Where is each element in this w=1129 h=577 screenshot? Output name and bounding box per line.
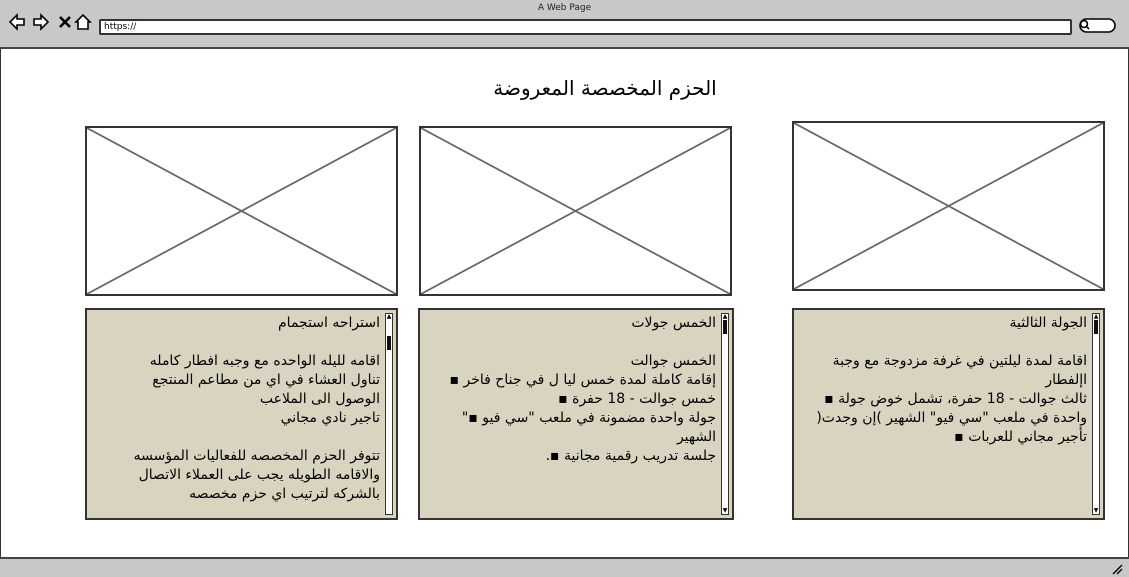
browser-toolbar: A Web Page https:// (0, 0, 1129, 49)
image-placeholder (792, 121, 1105, 291)
package-card: الخمس جولات الخمس جوالت إقامة كاملة لمدة… (418, 308, 734, 520)
package-line: تتوفر الحزم المخصصه للفعاليات المؤسسه (133, 448, 380, 464)
scrollbar[interactable]: ▲ ▼ (721, 313, 729, 515)
package-heading: استراحه استجمام (278, 315, 380, 331)
package-line: تاجير نادي مجاني (280, 410, 380, 426)
package-line: والاقامه الطويله يجب على العملاء الاتصال (138, 467, 380, 483)
home-icon[interactable] (74, 13, 92, 31)
package-line: بالشركه لترتيب اي حزم مخصصه (189, 486, 380, 502)
package-text: استراحه استجمام اقامه لليله الواحده مع و… (93, 314, 380, 514)
package-heading: الجولة الثالثية (1009, 315, 1087, 331)
image-placeholder (85, 126, 398, 296)
package-line: الخمس جوالت (630, 353, 716, 369)
package-line: واحدة في ملعب "سي فيو" الشهير )إن وجدت( (816, 410, 1087, 426)
forward-arrow-icon[interactable] (32, 13, 50, 31)
package-line: إقامة كاملة لمدة خمس ليا ل في جناح فاخر … (449, 372, 716, 388)
package-line: اقامة لمدة ليلتين في غرفة مزدوجة مع وجبة (832, 353, 1087, 369)
back-arrow-icon[interactable] (8, 13, 26, 31)
window-title: A Web Page (537, 3, 592, 13)
package-card: الجولة الثالثية اقامة لمدة ليلتين في غرف… (792, 308, 1105, 520)
package-line: تناول العشاء في اي من مطاعم المنتجع (152, 372, 380, 388)
package-line (93, 333, 380, 352)
package-line: جولة واحدة مضمونة في ملعب "سي فيو ▪" (461, 410, 716, 426)
scrollbar[interactable]: ▲ ▼ (1092, 313, 1100, 515)
scroll-up-icon[interactable]: ▲ (386, 314, 392, 320)
page-title: الحزم المخصصة المعروضة (493, 76, 717, 100)
scrollbar[interactable]: ▲ (385, 313, 393, 515)
image-placeholder (419, 126, 732, 296)
search-icon[interactable] (1077, 17, 1117, 34)
scroll-down-icon[interactable]: ▼ (722, 508, 728, 514)
package-line: الوصول الى الملاعب (259, 391, 380, 407)
package-line: تأجير مجاني للعربات ▪ (954, 429, 1087, 445)
package-line: اقامه لليله الواحده مع وجبه افطار كامله (149, 353, 380, 369)
scroll-thumb[interactable] (1094, 320, 1098, 334)
package-line (426, 333, 716, 352)
package-heading: الخمس جولات (631, 315, 716, 331)
close-icon[interactable] (56, 13, 74, 31)
status-bar (0, 557, 1129, 577)
package-text: الجولة الثالثية اقامة لمدة ليلتين في غرف… (800, 314, 1087, 514)
scroll-thumb[interactable] (387, 336, 391, 350)
scroll-thumb[interactable] (723, 320, 727, 334)
package-line: جلسة تدريب رقمية مجانية ▪. (545, 448, 716, 464)
package-line (800, 333, 1087, 352)
package-line: اإلفطار (1045, 372, 1087, 388)
address-bar[interactable]: https:// (99, 19, 1072, 35)
scroll-down-icon[interactable]: ▼ (1093, 508, 1099, 514)
package-line: الشهير (676, 429, 716, 445)
package-card: استراحه استجمام اقامه لليله الواحده مع و… (85, 308, 398, 520)
package-line (93, 428, 380, 447)
package-text: الخمس جولات الخمس جوالت إقامة كاملة لمدة… (426, 314, 716, 514)
package-line: خمس جوالت - 18 حفرة ▪ (558, 391, 716, 407)
package-line: ثالث جوالت - 18 حفرة، تشمل خوض جولة ▪ (824, 391, 1087, 407)
resize-grip-icon[interactable] (1111, 563, 1123, 575)
